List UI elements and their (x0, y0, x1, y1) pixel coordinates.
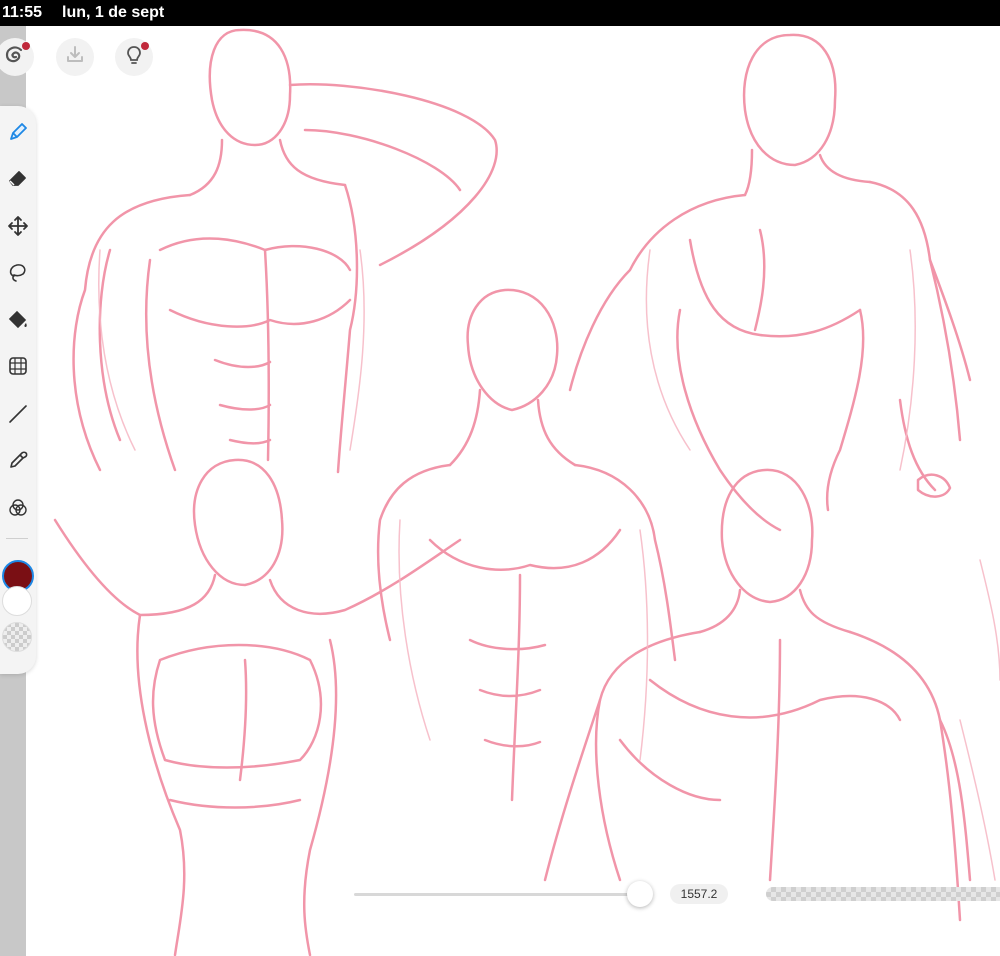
sketch-figure-2-chest (688, 228, 862, 338)
sketch-construction-2 (645, 249, 916, 471)
secondary-color-swatch[interactable] (2, 586, 32, 616)
sketch-figure-4-head (192, 458, 284, 587)
sketch-figure-4-chest (151, 643, 323, 769)
tips-button[interactable] (115, 38, 153, 76)
brush-size-slider[interactable] (354, 893, 646, 896)
tool-palette (0, 106, 36, 674)
lasso-icon (7, 261, 29, 288)
sketch-figure-4-lines (168, 658, 302, 809)
sketch-figure-2-torso (568, 180, 972, 392)
sketch-figure-5-neck (698, 588, 852, 634)
sketch-figure-5-arm (594, 698, 972, 882)
sketch-layer (53, 28, 1000, 956)
eraser-icon (7, 167, 29, 194)
tool-fill[interactable] (4, 308, 32, 336)
sketch-figure-5-back (543, 630, 962, 922)
sketch-figure-3-neck (448, 388, 577, 467)
brush-opacity-slider[interactable] (766, 887, 1000, 901)
sketch-figure-3-chest (428, 528, 622, 651)
sketch-figure-1-chest (158, 237, 352, 328)
sketch-figure-5-muscles (618, 638, 902, 882)
line-icon (7, 403, 29, 430)
sketch-figure-2-arm (898, 258, 962, 498)
pen-icon (7, 121, 29, 148)
download-button[interactable] (56, 38, 94, 76)
sketch-figure-2-head (742, 33, 837, 167)
sketch-figure-3-abs (478, 573, 542, 802)
sketch-figure-4-torso (136, 613, 338, 956)
color-blend-icon (7, 497, 29, 524)
tool-line[interactable] (4, 402, 32, 430)
fill-bucket-icon (7, 309, 29, 336)
status-date: lun, 1 de sept (62, 4, 165, 21)
download-icon (64, 44, 86, 71)
notification-badge (22, 42, 30, 50)
sketch-figure-3-torso (376, 463, 677, 662)
sketch-figure-2-neck (743, 148, 872, 197)
status-time: 11:55 (2, 4, 43, 21)
tool-move[interactable] (4, 214, 32, 242)
transparent-color-swatch[interactable] (2, 622, 32, 652)
status-bar: 11:55 lun, 1 de sept (0, 0, 1000, 26)
sketch-figure-1-side (98, 248, 177, 472)
tool-pen[interactable] (4, 120, 32, 148)
tool-eraser[interactable] (4, 166, 32, 194)
transform-grid-icon (7, 355, 29, 382)
tool-transform[interactable] (4, 354, 32, 382)
tool-lasso[interactable] (4, 260, 32, 288)
sketch-figure-1-neck (188, 138, 347, 197)
brush-size-value: 1557.2 (670, 884, 728, 904)
sketch-figure-1-abs (213, 248, 272, 462)
tool-color-blend[interactable] (4, 496, 32, 524)
sketch-figure-1-head (208, 28, 292, 147)
brush-size-slider-handle[interactable] (627, 881, 653, 907)
notification-badge (141, 42, 149, 50)
sketch-figure-2-body (676, 308, 865, 532)
sketch-construction-1 (98, 249, 365, 451)
sketch-figure-1-arm (288, 83, 498, 267)
eyedropper-icon (7, 449, 29, 476)
drawing-canvas[interactable] (26, 26, 1000, 956)
move-icon (7, 215, 29, 242)
toolbar-divider (6, 538, 28, 539)
tool-eyedropper[interactable] (4, 448, 32, 476)
